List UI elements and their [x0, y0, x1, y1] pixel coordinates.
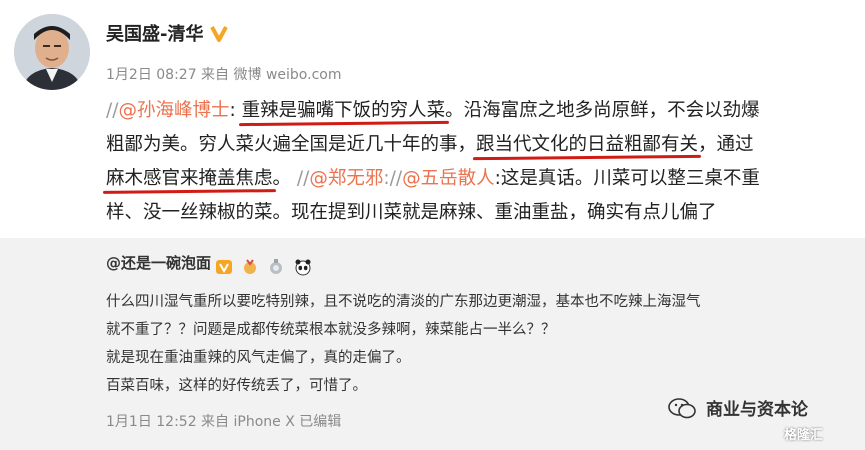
level-icon — [270, 258, 283, 274]
text-span: : — [229, 100, 242, 121]
user-badges — [215, 257, 315, 276]
original-content: 什么四川湿气重所以要吃特别辣，且不说吃的清淡的广东那边更潮湿，基本也不吃辣上海湿… — [106, 288, 851, 400]
vip-badge-icon — [216, 259, 233, 274]
original-line: 就是现在重油重辣的风气走偏了，真的走偏了。 — [106, 350, 411, 366]
panda-icon — [295, 259, 311, 275]
avatar-image — [14, 14, 90, 90]
original-meta: 1月1日 12:52 来自 iPhone X 已编辑 — [106, 414, 342, 430]
content-line-3: 麻木感官来掩盖焦虑。 //@郑无邪://@五岳散人:这是真话。川菜可以整三桌不重 — [106, 162, 846, 196]
avatar[interactable] — [14, 14, 90, 90]
content-line-1: //@孙海峰博士: 重辣是骗嘴下饭的穷人菜。沿海富庶之地多尚原鲜，不会以劲爆 — [106, 94, 846, 128]
text-span: ，通过 — [698, 134, 754, 155]
original-line: 就不重了？？问题是成都传统菜根本就没多辣啊，辣菜能占一半么？？ — [106, 322, 556, 338]
text-span: :这是真话。川菜可以整三桌不重 — [494, 168, 760, 189]
weibo-post: 吴国盛-清华 1月2日 08:27 来自 微博 weibo.com //@孙海峰… — [0, 0, 865, 238]
mention-link[interactable]: @孙海峰博士 — [118, 100, 229, 121]
original-line: 什么四川湿气重所以要吃特别辣，且不说吃的清淡的广东那边更潮湿，基本也不吃辣上海湿… — [106, 294, 701, 310]
text-span: 。 — [272, 168, 297, 189]
content-line-4: 样、没一丝辣椒的菜。现在提到川菜就是麻辣、重油重盐，确实有点儿偏了 — [106, 202, 717, 223]
underlined-text: 麻木感官来掩盖焦虑 — [106, 168, 273, 189]
verified-badge-icon — [210, 26, 229, 42]
repost-separator: // — [389, 168, 403, 189]
content-line-2: 粗鄙为美。穷人菜火遍全国是近几十年的事，跟当代文化的日益粗鄙有关，通过 — [106, 128, 846, 162]
logo-watermark: 格隆汇 — [784, 428, 824, 443]
watermark-text: 商业与资本论 — [706, 400, 808, 420]
mention-link[interactable]: @五岳散人 — [402, 168, 495, 189]
repost-separator: // — [296, 168, 310, 189]
post-content: //@孙海峰博士: 重辣是骗嘴下饭的穷人菜。沿海富庶之地多尚原鲜，不会以劲爆 粗… — [106, 94, 846, 230]
medal-icon — [244, 258, 257, 274]
original-author-name[interactable]: @还是一碗泡面 — [106, 254, 211, 272]
account-watermark: 商业与资本论 — [668, 395, 808, 420]
repost-separator: // — [106, 100, 119, 121]
text-span: 。沿海富庶之地多尚原鲜，不会以劲爆 — [445, 100, 760, 121]
underlined-text: 跟当代文化的日益粗鄙有关 — [476, 134, 699, 155]
underlined-text: 重辣是骗嘴下饭的穷人菜 — [241, 100, 446, 121]
mention-link[interactable]: @郑无邪 — [309, 168, 383, 189]
post-meta: 1月2日 08:27 来自 微博 weibo.com — [106, 67, 342, 83]
original-author: @还是一碗泡面 — [106, 252, 315, 276]
text-span: 粗鄙为美。穷人菜火遍全国是近几十年的事， — [106, 134, 477, 155]
author-name[interactable]: 吴国盛-清华 — [106, 24, 203, 45]
original-post: @还是一碗泡面 什么四川湿气重所以要吃特别辣，且不说吃的清淡的广东那边更潮湿，基… — [0, 238, 865, 450]
wechat-icon — [668, 398, 696, 419]
post-author[interactable]: 吴国盛-清华 — [106, 20, 229, 46]
